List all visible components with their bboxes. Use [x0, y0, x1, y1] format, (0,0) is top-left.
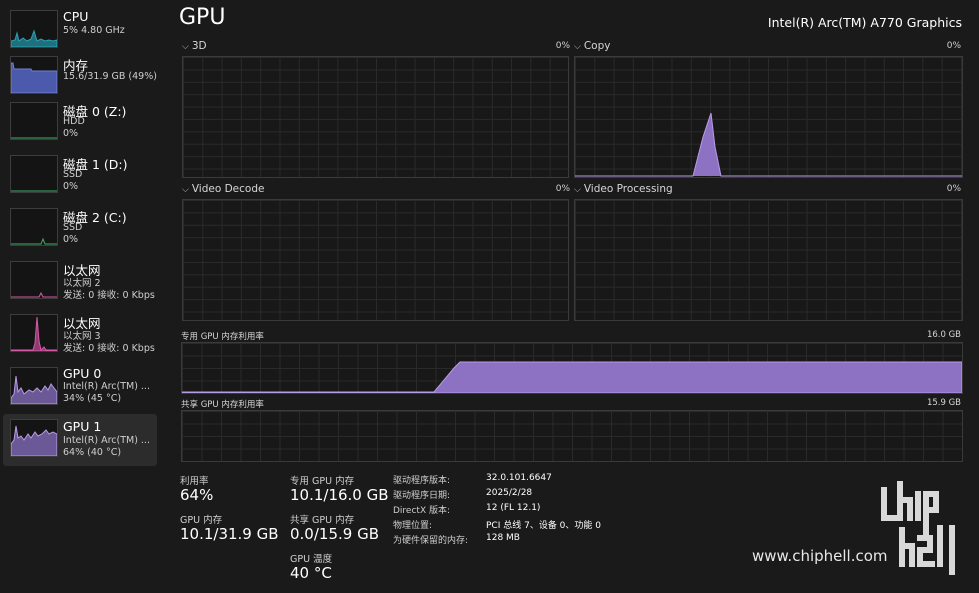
directx-version-value: 12 (FL 12.1): [486, 503, 541, 513]
disk-1-sparkline: [11, 190, 57, 192]
engine-label: Video Processing: [583, 183, 673, 195]
ethernet-3-thumbnail-graph: [10, 314, 58, 352]
dedicated-memory-graph-label: 专用 GPU 内存利用率: [181, 332, 264, 342]
driver-version-value: 32.0.101.6647: [486, 473, 552, 483]
engine-graph-3d: [182, 56, 569, 178]
dedicated-memory-label: 专用 GPU 内存: [290, 476, 355, 487]
sidebar-item-detail: 64% (40 °C): [63, 447, 122, 458]
chevron-down-icon: ⌵: [182, 185, 189, 195]
chevron-down-icon: ⌵: [182, 42, 189, 52]
disk-0-sparkline: [11, 137, 57, 139]
sidebar-item-detail: 0%: [63, 181, 79, 192]
engine-label: Copy: [583, 40, 611, 52]
reserved-memory-value: 128 MB: [486, 533, 520, 543]
gpu-temperature-label: GPU 温度: [290, 554, 333, 565]
copy-usage-line: [575, 112, 962, 177]
disk-0-thumbnail-graph: [10, 102, 58, 140]
engine-selector-video-decode[interactable]: ⌵ Video Decode: [182, 183, 264, 195]
gpu-memory-label: GPU 内存: [180, 515, 223, 526]
gpu-temperature-value: 40 °C: [290, 564, 332, 582]
sidebar-item-ethernet-2[interactable]: 以太网 以太网 2 发送: 0 接收: 0 Kbps: [3, 257, 157, 307]
ethernet-2-sparkline: [11, 291, 57, 298]
sidebar-item-disk-0[interactable]: 磁盘 0 (Z:) HDD 0%: [3, 98, 157, 148]
cpu-thumbnail-graph: [10, 10, 58, 48]
engine-label: 3D: [191, 40, 207, 52]
gpu-0-sparkline: [11, 375, 57, 404]
gpu-1-thumbnail-graph: [10, 419, 58, 457]
sidebar-item-label: GPU 0: [63, 366, 102, 381]
sidebar-item-memory[interactable]: 内存 15.6/31.9 GB (49%): [3, 52, 157, 102]
chevron-down-icon: ⌵: [574, 42, 581, 52]
sidebar-item-type: SSD: [63, 169, 83, 180]
shared-memory-graph: [181, 410, 963, 462]
dedicated-memory-graph: [181, 342, 963, 394]
chevron-down-icon: ⌵: [574, 185, 581, 195]
driver-date-key: 驱动程序日期:: [393, 491, 451, 501]
shared-memory-label: 共享 GPU 内存: [290, 515, 355, 526]
sidebar-item-detail: 0%: [63, 128, 79, 139]
engine-selector-copy[interactable]: ⌵ Copy: [574, 40, 610, 52]
gpu-0-thumbnail-graph: [10, 367, 58, 405]
memory-thumbnail-graph: [10, 56, 58, 94]
shared-memory-graph-label: 共享 GPU 内存利用率: [181, 400, 264, 410]
driver-date-value: 2025/2/28: [486, 488, 533, 498]
dedicated-memory-usage-area: [182, 361, 962, 393]
sidebar-item-ethernet-3[interactable]: 以太网 以太网 3 发送: 0 接收: 0 Kbps: [3, 310, 157, 360]
cpu-sparkline: [11, 29, 57, 47]
gpu-model-name: Intel(R) Arc(TM) A770 Graphics: [767, 15, 962, 30]
sidebar-item-label: GPU 1: [63, 419, 102, 434]
sidebar-item-label: CPU: [63, 9, 89, 24]
engine-selector-video-processing[interactable]: ⌵ Video Processing: [574, 183, 673, 195]
sidebar-item-gpu-0[interactable]: GPU 0 Intel(R) Arc(TM) ... 34% (45 °C): [3, 363, 157, 413]
sidebar-item-disk-1[interactable]: 磁盘 1 (D:) SSD 0%: [3, 151, 157, 201]
ethernet-2-thumbnail-graph: [10, 261, 58, 299]
engine-graph-video-decode: [182, 199, 569, 321]
utilization-label: 利用率: [180, 476, 209, 487]
engine-selector-3d[interactable]: ⌵ 3D: [182, 40, 207, 52]
shared-memory-graph-max: 15.9 GB: [926, 398, 961, 408]
engine-percent: 0%: [946, 41, 961, 51]
physical-location-key: 物理位置:: [393, 521, 433, 531]
chiphell-logo-watermark: [881, 481, 955, 575]
driver-version-key: 驱动程序版本:: [393, 476, 451, 486]
sidebar: CPU 5% 4.80 GHz 内存 15.6/31.9 GB (49%) 磁盘…: [0, 0, 160, 593]
dedicated-memory-graph-max: 16.0 GB: [926, 330, 961, 340]
disk-2-thumbnail-graph: [10, 208, 58, 246]
engine-graph-copy: [574, 56, 963, 178]
sidebar-item-gpu-1[interactable]: GPU 1 Intel(R) Arc(TM) ... 64% (40 °C): [3, 414, 157, 466]
engine-graph-video-processing: [574, 199, 963, 321]
sidebar-item-detail: 0%: [63, 234, 79, 245]
sidebar-item-detail: 15.6/31.9 GB (49%): [63, 71, 157, 82]
sidebar-item-detail: 5% 4.80 GHz: [63, 25, 125, 36]
sidebar-item-disk-2[interactable]: 磁盘 2 (C:) SSD 0%: [3, 204, 157, 254]
sidebar-item-detail: 34% (45 °C): [63, 393, 122, 404]
disk-2-sparkline: [11, 237, 57, 245]
sidebar-item-type: SSD: [63, 222, 83, 233]
sidebar-item-detail: 发送: 0 接收: 0 Kbps: [63, 343, 155, 354]
engine-percent: 0%: [946, 184, 961, 194]
memory-sparkline: [11, 62, 57, 93]
sidebar-item-model: Intel(R) Arc(TM) ...: [63, 381, 150, 392]
page-title: GPU: [179, 5, 226, 30]
engine-percent: 0%: [555, 41, 570, 51]
reserved-memory-key: 为硬件保留的内存:: [393, 536, 469, 546]
engine-percent: 0%: [555, 184, 570, 194]
physical-location-value: PCI 总线 7、设备 0、功能 0: [486, 521, 601, 531]
engine-label: Video Decode: [191, 183, 265, 195]
disk-1-thumbnail-graph: [10, 155, 58, 193]
sidebar-item-cpu[interactable]: CPU 5% 4.80 GHz: [3, 6, 157, 56]
ethernet-3-sparkline: [11, 316, 57, 351]
sidebar-item-model: Intel(R) Arc(TM) ...: [63, 435, 150, 446]
sidebar-item-type: HDD: [63, 116, 85, 127]
gpu-1-sparkline: [11, 425, 57, 456]
directx-version-key: DirectX 版本:: [393, 506, 451, 516]
dedicated-memory-value: 10.1/16.0 GB: [290, 486, 389, 504]
shared-memory-value: 0.0/15.9 GB: [290, 525, 379, 543]
sidebar-item-detail: 发送: 0 接收: 0 Kbps: [63, 290, 155, 301]
utilization-value: 64%: [180, 486, 214, 504]
chiphell-site-watermark: www.chiphell.com: [752, 547, 888, 565]
gpu-memory-value: 10.1/31.9 GB: [180, 525, 279, 543]
